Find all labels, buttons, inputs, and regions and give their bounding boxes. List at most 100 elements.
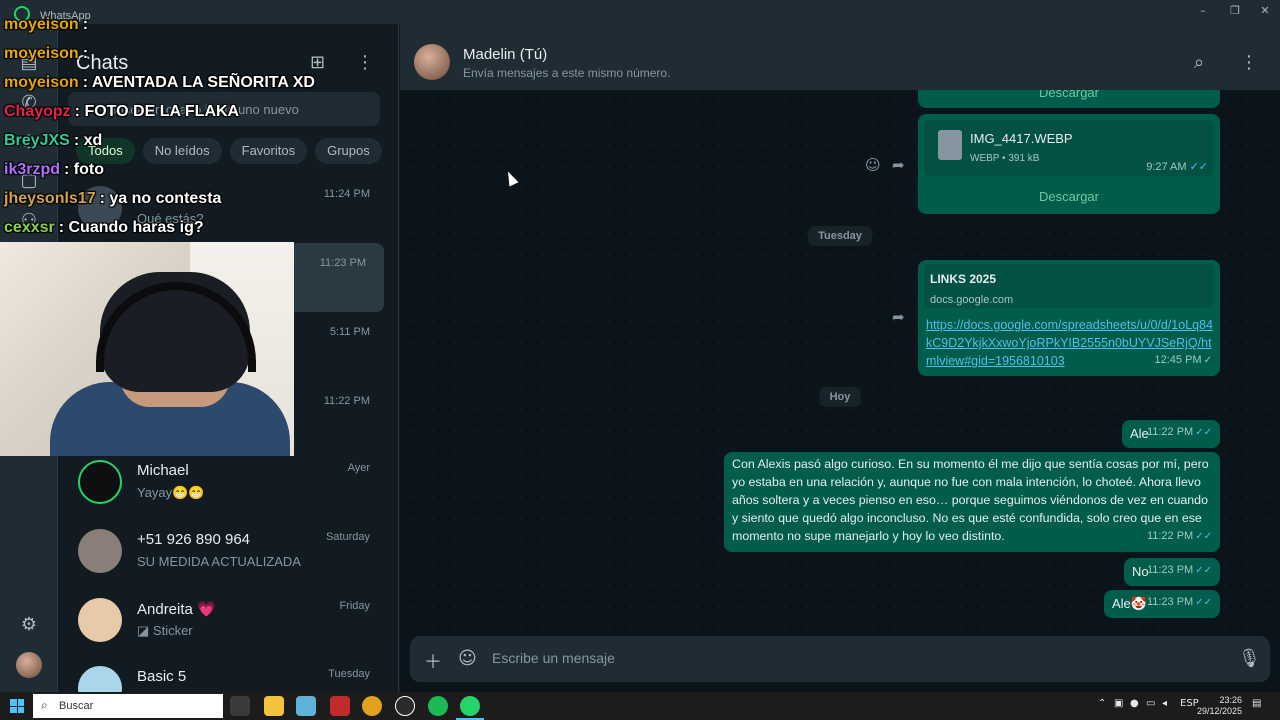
- chat-time: 11:22 PM: [323, 395, 370, 407]
- chat-name: Basic 5: [137, 668, 187, 685]
- stream-chat-line: moyeison:: [4, 39, 304, 68]
- date-separator: Hoy: [819, 387, 861, 407]
- message-time: 11:22 PM ✓✓: [1147, 423, 1212, 442]
- contact-subtitle: Envía mensajes a este mismo número.: [463, 66, 671, 80]
- read-ticks-icon: ✓✓: [1195, 531, 1212, 542]
- chat-list-item[interactable]: Michael Yayay😁😁 Ayer: [58, 448, 388, 517]
- file-message-bubble: IMG_4417.WEBP WEBP • 391 kB 9:27 AM ✓✓ De…: [918, 114, 1220, 214]
- link-title: LINKS 2025: [930, 272, 997, 286]
- task-view-icon[interactable]: [230, 696, 250, 716]
- read-ticks-icon: ✓✓: [1195, 565, 1212, 576]
- spotify-icon[interactable]: [428, 696, 448, 716]
- stream-chat-user: jheysonls17: [4, 190, 96, 207]
- microphone-icon[interactable]: 🎙: [1238, 648, 1261, 669]
- stream-chat-message: : foto: [64, 161, 104, 178]
- file-card[interactable]: IMG_4417.WEBP WEBP • 391 kB 9:27 AM ✓✓: [924, 120, 1214, 176]
- stream-chat-message: : ya no contesta: [99, 190, 222, 207]
- clock-time: 23:26: [1219, 695, 1242, 705]
- taskbar-search-input[interactable]: ⌕ Buscar: [33, 694, 223, 718]
- download-button[interactable]: Descargar: [918, 188, 1220, 206]
- chat-avatar: [78, 598, 122, 642]
- contact-name: Madelin (Tú): [463, 46, 548, 63]
- start-button-icon[interactable]: [10, 699, 24, 713]
- date-separator: Tuesday: [808, 226, 872, 246]
- outgoing-message: Con Alexis pasó algo curioso. En su mome…: [724, 452, 1220, 552]
- stream-chat-message: : xd: [73, 132, 103, 149]
- stream-chat-user: Chayopz: [4, 103, 71, 120]
- attach-plus-icon[interactable]: ＋: [424, 648, 442, 674]
- whatsapp-taskbar-icon[interactable]: [456, 696, 484, 720]
- contact-avatar[interactable]: [414, 44, 450, 80]
- message-time: 11:22 PM ✓✓: [1147, 527, 1212, 546]
- search-icon[interactable]: ⌕: [1194, 52, 1204, 73]
- chat-time: Ayer: [347, 462, 370, 474]
- app-icon[interactable]: [296, 696, 316, 716]
- chat-name: +51 926 890 964: [137, 531, 251, 548]
- message-text: Con Alexis pasó algo curioso. En su mome…: [732, 457, 1209, 543]
- maximize-icon[interactable]: ❐: [1228, 4, 1242, 18]
- outgoing-message: Ale 11:22 PM ✓✓: [1122, 420, 1220, 448]
- volume-icon[interactable]: ◂: [1162, 698, 1167, 709]
- outgoing-message: No 11:23 PM ✓✓: [1124, 558, 1220, 586]
- emoji-sticker-icon[interactable]: ☺: [458, 648, 477, 669]
- webcam-overlay: [0, 242, 294, 456]
- emoji-react-icon[interactable]: ☺: [865, 156, 881, 174]
- stream-chat-user: moyeison: [4, 16, 79, 33]
- message-time-text: 9:27 AM: [1146, 161, 1187, 173]
- stream-chat-line: cexxsr: Cuando haras ig?: [4, 213, 304, 242]
- document-icon: [938, 130, 962, 160]
- message-time: 11:23 PM ✓✓: [1147, 593, 1212, 612]
- read-ticks-icon: ✓✓: [1189, 161, 1208, 173]
- file-name: IMG_4417.WEBP: [970, 131, 1073, 146]
- menu-icon[interactable]: ⋮: [1240, 52, 1258, 73]
- tray-chevron-icon[interactable]: ⌃: [1098, 698, 1106, 709]
- message-input[interactable]: Escribe un mensaje: [492, 650, 615, 666]
- filter-grupos[interactable]: Grupos: [315, 138, 382, 164]
- network-icon[interactable]: ▭: [1146, 698, 1155, 709]
- obs-icon[interactable]: [395, 696, 415, 716]
- chat-list-item[interactable]: Basic 5 Tuesday: [58, 654, 388, 692]
- chat-time: Saturday: [325, 531, 370, 543]
- chrome-icon[interactable]: [362, 696, 382, 716]
- conversation-header[interactable]: Madelin (Tú) Envía mensajes a este mismo…: [400, 24, 1280, 90]
- chat-preview: SU MEDIDA ACTUALIZADA: [137, 554, 301, 569]
- app-icon[interactable]: [330, 696, 350, 716]
- close-icon[interactable]: ✕: [1258, 4, 1272, 18]
- message-time-text: 11:23 PM: [1146, 596, 1194, 608]
- message-time-text: 11:23 PM: [1146, 564, 1194, 576]
- language-indicator[interactable]: ESP: [1180, 698, 1199, 709]
- outgoing-message: Ale🤡 11:23 PM ✓✓: [1104, 590, 1220, 618]
- chat-list-item[interactable]: Andreita 💗 ◪ Sticker Friday: [58, 586, 388, 655]
- minimize-icon[interactable]: –: [1196, 4, 1210, 18]
- chat-preview: ◪ Sticker: [137, 623, 357, 639]
- stream-chat-line: BreyJXS: xd: [4, 126, 304, 155]
- chat-name: Michael: [137, 462, 189, 479]
- forward-icon[interactable]: ➦: [892, 156, 905, 174]
- chat-list-item[interactable]: +51 926 890 964 SU MEDIDA ACTUALIZADA Sa…: [58, 517, 388, 586]
- forward-icon[interactable]: ➦: [892, 308, 905, 326]
- notifications-icon[interactable]: ▤: [1252, 698, 1261, 709]
- chat-name: Andreita 💗: [137, 601, 216, 618]
- chat-time: 5:11 PM: [329, 326, 370, 338]
- stream-chat-line: ik3rzpd: foto: [4, 155, 304, 184]
- microphone-tray-icon[interactable]: ●: [1130, 698, 1139, 709]
- stream-chat-message: : Cuando haras ig?: [58, 219, 204, 236]
- profile-avatar[interactable]: [16, 652, 42, 678]
- file-explorer-icon[interactable]: [264, 696, 284, 716]
- stream-chat-message: : FOTO DE LA FLAKA: [74, 103, 240, 120]
- tray-app-icon[interactable]: ▣: [1114, 698, 1123, 709]
- taskbar-clock[interactable]: 23:26 29/12/2025: [1197, 695, 1242, 717]
- chat-avatar: [78, 666, 122, 692]
- taskbar-search-placeholder: Buscar: [59, 700, 94, 712]
- link-domain: docs.google.com: [930, 294, 1014, 306]
- message-time-text: 11:22 PM: [1146, 530, 1194, 542]
- message-time: 11:23 PM ✓✓: [1147, 561, 1212, 580]
- link-preview-card[interactable]: LINKS 2025 docs.google.com: [924, 264, 1214, 308]
- whatsapp-desktop-window: WhatsApp – ❐ ✕ ▤ ✆ ◌ ▢ ⚇ ⚙ Chats ⊞ ⋮ Bus…: [0, 0, 1280, 720]
- menu-icon[interactable]: ⋮: [356, 52, 374, 73]
- stream-chat-user: moyeison: [4, 74, 79, 91]
- settings-icon[interactable]: ⚙: [18, 614, 40, 636]
- new-chat-icon[interactable]: ⊞: [310, 52, 325, 73]
- message-time-text: 11:22 PM: [1146, 426, 1194, 438]
- chat-time: 11:24 PM: [323, 188, 370, 200]
